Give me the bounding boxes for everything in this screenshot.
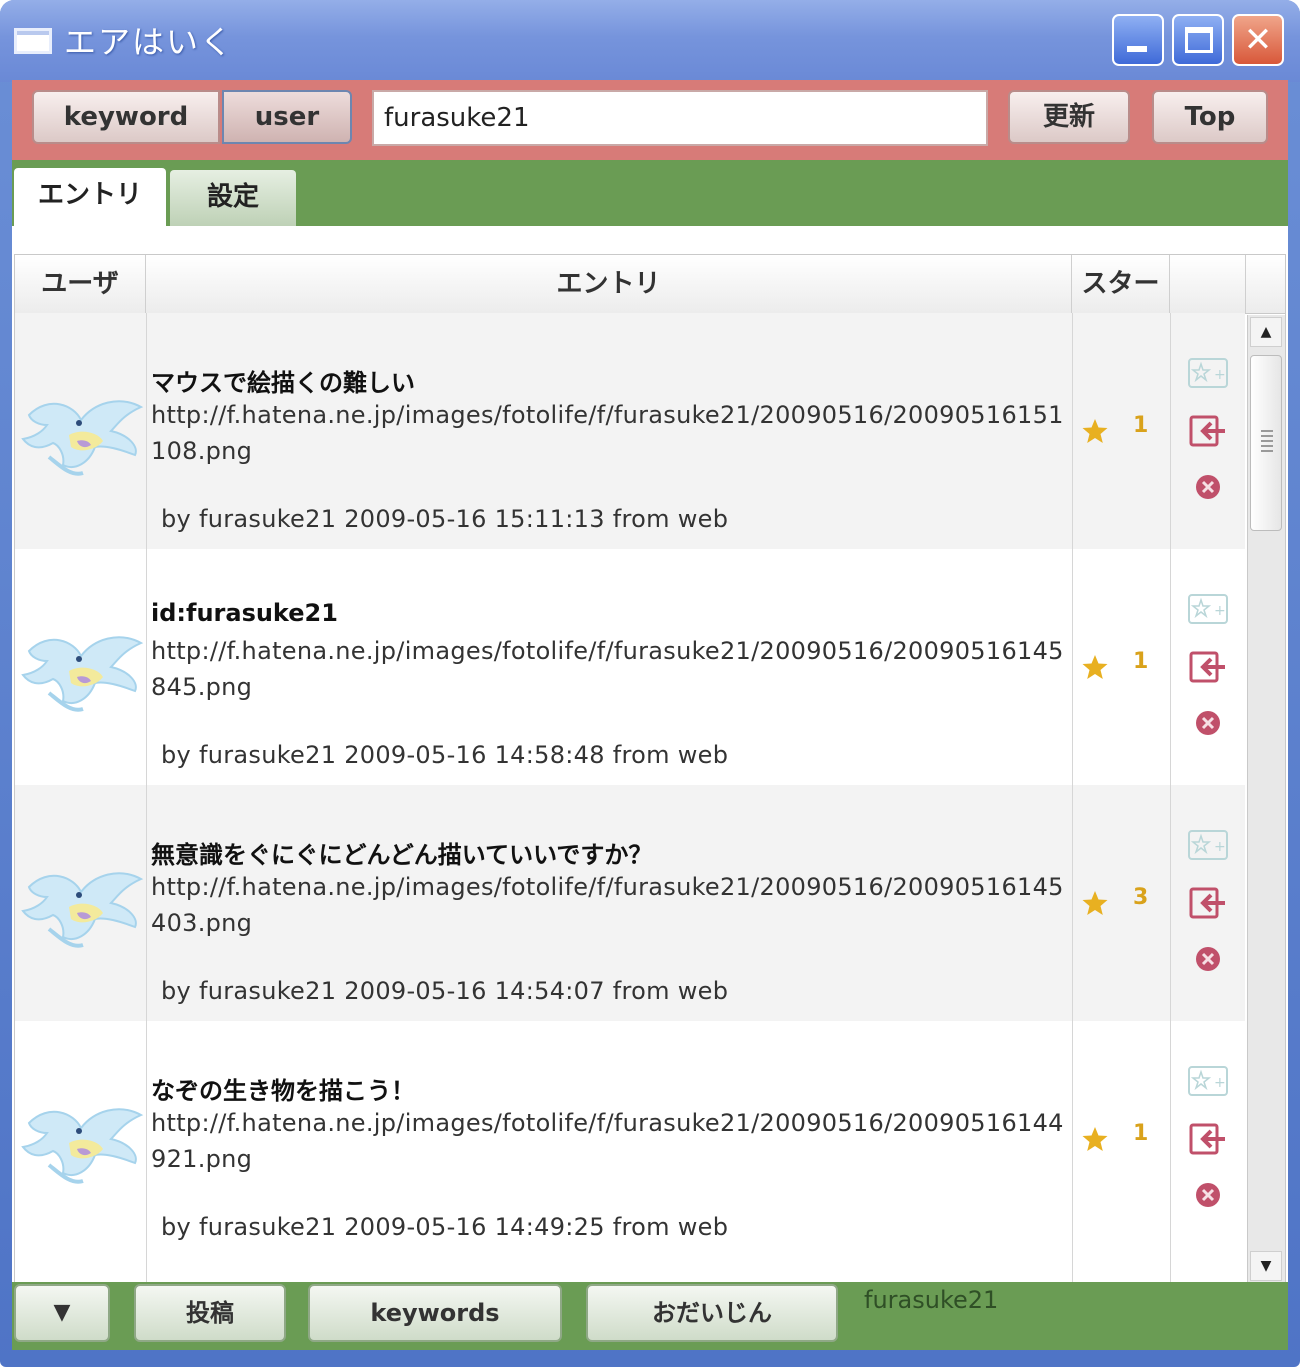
star-count[interactable]: 1 [1133, 649, 1148, 674]
table-header: ユーザ エントリ スター [15, 255, 1285, 314]
entry-meta: by furasuke21 2009-05-16 14:54:07 from w… [161, 977, 729, 1005]
delete-icon[interactable] [1187, 469, 1229, 505]
close-icon: ✕ [1243, 20, 1273, 60]
reply-icon[interactable] [1187, 413, 1229, 449]
add-star-icon[interactable]: + [1187, 827, 1229, 863]
menu-toggle-button[interactable]: ▼ [14, 1284, 110, 1342]
entry-title: 無意識をぐにぐにどんどん描いていいですか？ [151, 841, 653, 869]
svg-text:+: + [1214, 367, 1226, 383]
add-star-icon[interactable]: + [1187, 355, 1229, 391]
vertical-scrollbar[interactable]: ▲ ▼ [1247, 315, 1285, 1283]
keyword-mode-button[interactable]: keyword [32, 90, 220, 144]
delete-icon[interactable] [1187, 1177, 1229, 1213]
table-row[interactable]: 無意識をぐにぐにどんどん描いていいですか？ http://f.hatena.ne… [15, 785, 1245, 1021]
search-toolbar: keyword user 更新 Top [12, 80, 1288, 160]
tab-bar: エントリ 設定 [12, 160, 1288, 228]
user-avatar-icon[interactable] [19, 621, 145, 717]
scroll-up-button[interactable]: ▲ [1250, 317, 1282, 347]
reply-icon[interactable] [1187, 885, 1229, 921]
user-avatar-icon[interactable] [19, 1093, 145, 1189]
entry-title: id:furasuke21 [151, 599, 338, 627]
column-header-actions [1170, 255, 1246, 313]
entry-title: なぞの生き物を描こう！ [151, 1077, 415, 1105]
column-divider [146, 313, 147, 1283]
star-icon [1081, 1125, 1109, 1153]
column-divider [1072, 313, 1073, 1283]
add-star-icon[interactable]: + [1187, 1063, 1229, 1099]
star-count[interactable]: 1 [1133, 413, 1148, 438]
star-icon [1081, 889, 1109, 917]
entry-meta: by furasuke21 2009-05-16 14:49:25 from w… [161, 1213, 729, 1241]
entry-table: ユーザ エントリ スター マウスで絵描くの難しい http://f.hatena… [14, 254, 1286, 1284]
minimize-button[interactable] [1112, 14, 1164, 66]
app-window-icon [14, 28, 52, 54]
tab-settings[interactable]: 設定 [170, 170, 296, 226]
entry-image-link[interactable]: http://f.hatena.ne.jp/images/fotolife/f/… [151, 633, 1071, 705]
entry-title: マウスで絵描くの難しい [151, 369, 415, 397]
column-header-entry[interactable]: エントリ [146, 255, 1072, 313]
entry-meta: by furasuke21 2009-05-16 14:58:48 from w… [161, 741, 729, 769]
star-icon [1081, 653, 1109, 681]
column-divider [1170, 313, 1171, 1283]
user-avatar-icon[interactable] [19, 385, 145, 481]
table-row[interactable]: なぞの生き物を描こう！ http://f.hatena.ne.jp/images… [15, 1021, 1245, 1257]
star-count[interactable]: 1 [1133, 1121, 1148, 1146]
entry-meta: by furasuke21 2009-05-16 15:11:13 from w… [161, 505, 729, 533]
reply-icon[interactable] [1187, 649, 1229, 685]
refresh-button[interactable]: 更新 [1008, 90, 1130, 144]
scroll-thumb[interactable] [1250, 355, 1282, 531]
entry-image-link[interactable]: http://f.hatena.ne.jp/images/fotolife/f/… [151, 397, 1071, 469]
column-header-user[interactable]: ユーザ [15, 255, 146, 313]
svg-text:+: + [1214, 839, 1226, 855]
star-icon [1081, 417, 1109, 445]
bottom-bar: ▼ 投稿 keywords おだいじん furasuke21 [12, 1282, 1288, 1350]
entry-list: マウスで絵描くの難しい http://f.hatena.ne.jp/images… [15, 313, 1245, 1283]
svg-text:+: + [1214, 1075, 1226, 1091]
delete-icon[interactable] [1187, 705, 1229, 741]
top-button[interactable]: Top [1152, 90, 1268, 144]
tab-entries[interactable]: エントリ [14, 168, 166, 228]
table-row[interactable]: id:furasuke21 http://f.hatena.ne.jp/imag… [15, 549, 1245, 785]
entry-image-link[interactable]: http://f.hatena.ne.jp/images/fotolife/f/… [151, 1105, 1071, 1177]
add-star-icon[interactable]: + [1187, 591, 1229, 627]
column-header-stars[interactable]: スター [1072, 255, 1170, 313]
table-row[interactable]: マウスで絵描くの難しい http://f.hatena.ne.jp/images… [15, 313, 1245, 549]
user-avatar-icon[interactable] [19, 857, 145, 953]
minimize-icon [1127, 46, 1147, 52]
app-window: エアはいく ✕ keyword user 更新 Top エントリ 設定 ユーザ … [0, 0, 1300, 1367]
search-input[interactable] [372, 90, 988, 146]
svg-text:+: + [1214, 603, 1226, 619]
star-count[interactable]: 3 [1133, 885, 1148, 910]
keywords-button[interactable]: keywords [308, 1284, 562, 1342]
entry-image-link[interactable]: http://f.hatena.ne.jp/images/fotolife/f/… [151, 869, 1071, 941]
scroll-down-button[interactable]: ▼ [1250, 1251, 1282, 1281]
scroll-grip-icon [1261, 430, 1273, 454]
user-mode-button[interactable]: user [222, 90, 352, 144]
logged-in-user: furasuke21 [864, 1286, 999, 1314]
odaijin-button[interactable]: おだいじん [586, 1284, 838, 1342]
delete-icon[interactable] [1187, 941, 1229, 977]
title-bar[interactable]: エアはいく ✕ [0, 0, 1300, 82]
main-content: ユーザ エントリ スター マウスで絵描くの難しい http://f.hatena… [12, 226, 1288, 1284]
post-button[interactable]: 投稿 [134, 1284, 286, 1342]
reply-icon[interactable] [1187, 1121, 1229, 1157]
close-button[interactable]: ✕ [1232, 14, 1284, 66]
window-title: エアはいく [64, 23, 235, 61]
maximize-button[interactable] [1172, 14, 1224, 66]
maximize-icon [1185, 27, 1213, 53]
